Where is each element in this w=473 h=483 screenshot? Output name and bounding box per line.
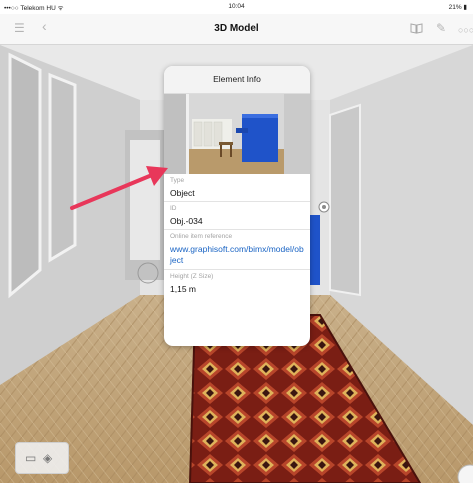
field-label: Type bbox=[170, 177, 185, 184]
battery-indicator: 21% ▮ bbox=[448, 4, 467, 11]
info-field-height: Height (Z Size) 1,15 m bbox=[164, 270, 310, 297]
view-toolbar: ▭ ◈ bbox=[15, 442, 69, 474]
floor-plan-icon[interactable]: ▭ bbox=[25, 451, 36, 465]
clock: 10:04 bbox=[228, 3, 245, 10]
field-value: Obj.-034 bbox=[170, 216, 203, 226]
status-bar: •••○○ Telekom HU ᯤ 10:04 21% ▮ bbox=[0, 0, 473, 14]
field-label: Online item reference bbox=[170, 233, 233, 240]
layers-icon[interactable]: ◈ bbox=[43, 451, 52, 465]
field-label: ID bbox=[170, 205, 177, 212]
online-reference-link[interactable]: www.graphisoft.com/bimx/model/object bbox=[170, 244, 304, 266]
info-field-type: Type Object bbox=[164, 174, 310, 202]
info-field-online-reference: Online item reference www.graphisoft.com… bbox=[164, 230, 310, 270]
pencil-icon[interactable]: ✎ bbox=[436, 22, 446, 34]
more-icon[interactable]: ○○○ bbox=[458, 24, 473, 36]
battery-percent: 21% bbox=[448, 4, 462, 11]
book-icon[interactable] bbox=[410, 22, 423, 36]
element-info-popover: Element Info Type Object ID Obj.-034 Onl… bbox=[164, 66, 310, 346]
field-value: Object bbox=[170, 188, 195, 198]
popover-title: Element Info bbox=[164, 66, 310, 94]
element-thumbnail bbox=[164, 94, 310, 174]
info-field-id: ID Obj.-034 bbox=[164, 202, 310, 230]
navigation-bar: ☰ ‹ 3D Model ✎ ○○○ bbox=[0, 14, 473, 45]
page-title: 3D Model bbox=[214, 23, 259, 34]
field-value: 1,15 m bbox=[170, 284, 196, 294]
field-label: Height (Z Size) bbox=[170, 273, 214, 280]
